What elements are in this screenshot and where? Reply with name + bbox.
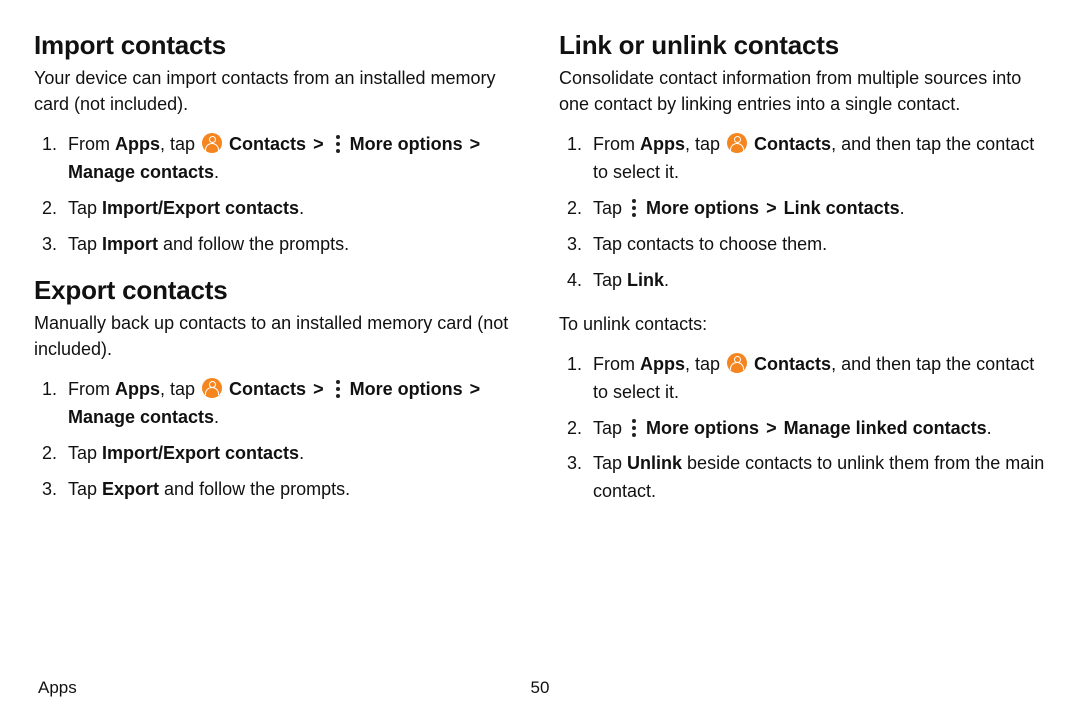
contacts-icon (202, 133, 222, 153)
text: From (68, 134, 115, 154)
export-step-1: From Apps, tap Contacts > More options >… (62, 376, 521, 432)
text: Tap (68, 443, 102, 463)
text: , tap (685, 134, 725, 154)
unlink-step-2: Tap More options > Manage linked contact… (587, 415, 1046, 443)
unlink-steps: From Apps, tap Contacts, and then tap th… (559, 351, 1046, 506)
chevron-icon: > (764, 198, 779, 218)
more-options-icon (333, 135, 343, 153)
more-options-label: More options (646, 418, 759, 438)
text: . (987, 418, 992, 438)
contacts-label: Contacts (754, 354, 831, 374)
chevron-icon: > (311, 134, 326, 154)
text: Tap (593, 418, 627, 438)
export-intro: Manually back up contacts to an installe… (34, 310, 521, 362)
contacts-label: Contacts (229, 379, 306, 399)
text: . (664, 270, 669, 290)
more-options-label: More options (350, 134, 463, 154)
export-contacts-heading: Export contacts (34, 275, 521, 306)
link-intro: Consolidate contact information from mul… (559, 65, 1046, 117)
link-step-2: Tap More options > Link contacts. (587, 195, 1046, 223)
columns: Import contacts Your device can import c… (34, 24, 1046, 522)
chevron-icon: > (468, 134, 483, 154)
import-step-3: Tap Import and follow the prompts. (62, 231, 521, 259)
text: From (593, 134, 640, 154)
manage-contacts-label: Manage contacts (68, 407, 214, 427)
text: . (900, 198, 905, 218)
export-step-2: Tap Import/Export contacts. (62, 440, 521, 468)
link-step-3: Tap contacts to choose them. (587, 231, 1046, 259)
import-intro: Your device can import contacts from an … (34, 65, 521, 117)
export-step-3: Tap Export and follow the prompts. (62, 476, 521, 504)
text: , tap (685, 354, 725, 374)
export-steps: From Apps, tap Contacts > More options >… (34, 376, 521, 504)
text: Tap (68, 234, 102, 254)
contacts-label: Contacts (754, 134, 831, 154)
page: Import contacts Your device can import c… (0, 0, 1080, 720)
more-options-label: More options (646, 198, 759, 218)
export-label: Export (102, 479, 159, 499)
import-label: Import (102, 234, 158, 254)
manage-linked-contacts-label: Manage linked contacts (784, 418, 987, 438)
unlink-step-3: Tap Unlink beside contacts to unlink the… (587, 450, 1046, 506)
right-column: Link or unlink contacts Consolidate cont… (559, 24, 1046, 522)
footer-section-label: Apps (38, 678, 77, 698)
import-export-label: Import/Export contacts (102, 443, 299, 463)
text: Tap (68, 479, 102, 499)
text: and follow the prompts. (159, 479, 350, 499)
unlink-intro: To unlink contacts: (559, 311, 1046, 337)
text: From (593, 354, 640, 374)
page-number: 50 (531, 678, 550, 698)
unlink-step-1: From Apps, tap Contacts, and then tap th… (587, 351, 1046, 407)
apps-label: Apps (115, 134, 160, 154)
text: . (299, 443, 304, 463)
chevron-icon: > (764, 418, 779, 438)
text: Tap (68, 198, 102, 218)
contacts-label: Contacts (229, 134, 306, 154)
import-export-label: Import/Export contacts (102, 198, 299, 218)
more-options-icon (629, 419, 639, 437)
link-label: Link (627, 270, 664, 290)
text: Tap (593, 198, 627, 218)
contacts-icon (727, 133, 747, 153)
text: . (214, 407, 219, 427)
link-step-1: From Apps, tap Contacts, and then tap th… (587, 131, 1046, 187)
text: Tap contacts to choose them. (593, 234, 827, 254)
text: Tap (593, 453, 627, 473)
link-unlink-heading: Link or unlink contacts (559, 30, 1046, 61)
apps-label: Apps (640, 134, 685, 154)
import-step-2: Tap Import/Export contacts. (62, 195, 521, 223)
text: Tap (593, 270, 627, 290)
more-options-icon (333, 380, 343, 398)
unlink-label: Unlink (627, 453, 682, 473)
more-options-icon (629, 199, 639, 217)
chevron-icon: > (311, 379, 326, 399)
link-contacts-label: Link contacts (784, 198, 900, 218)
text: and follow the prompts. (158, 234, 349, 254)
contacts-icon (202, 378, 222, 398)
manage-contacts-label: Manage contacts (68, 162, 214, 182)
link-step-4: Tap Link. (587, 267, 1046, 295)
more-options-label: More options (350, 379, 463, 399)
chevron-icon: > (468, 379, 483, 399)
left-column: Import contacts Your device can import c… (34, 24, 521, 522)
text: , tap (160, 134, 200, 154)
text: . (214, 162, 219, 182)
text: From (68, 379, 115, 399)
text: . (299, 198, 304, 218)
apps-label: Apps (115, 379, 160, 399)
text: , tap (160, 379, 200, 399)
import-contacts-heading: Import contacts (34, 30, 521, 61)
import-steps: From Apps, tap Contacts > More options >… (34, 131, 521, 259)
contacts-icon (727, 353, 747, 373)
import-step-1: From Apps, tap Contacts > More options >… (62, 131, 521, 187)
link-steps: From Apps, tap Contacts, and then tap th… (559, 131, 1046, 294)
apps-label: Apps (640, 354, 685, 374)
